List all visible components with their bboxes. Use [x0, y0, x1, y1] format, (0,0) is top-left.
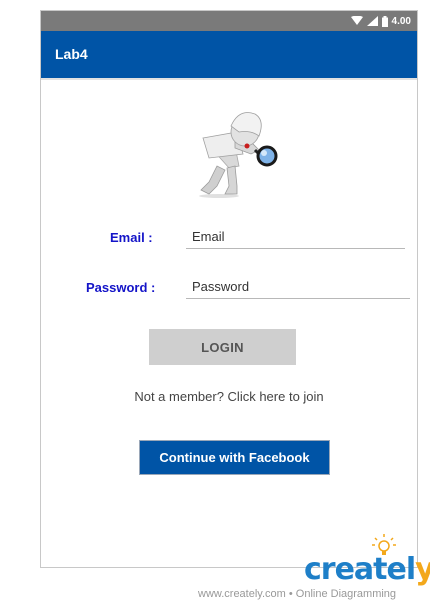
password-field[interactable]	[186, 279, 410, 299]
wifi-icon	[350, 16, 363, 25]
login-button[interactable]: LOGIN	[149, 329, 296, 365]
password-label: Password :	[86, 280, 156, 295]
signal-icon	[366, 16, 378, 26]
battery-icon	[381, 15, 388, 27]
creately-logo-tail: y	[415, 552, 430, 587]
phone-frame: 4.00 Lab4 Email : Password : LOGIN Not a…	[40, 10, 418, 568]
status-bar: 4.00	[41, 11, 417, 31]
app-title: Lab4	[55, 46, 88, 62]
app-bar: Lab4	[41, 31, 417, 78]
app-bar-divider	[41, 78, 417, 80]
join-link[interactable]: Not a member? Click here to join	[41, 389, 417, 404]
creately-footer: www.creately.com • Online Diagramming	[198, 588, 397, 600]
email-label: Email :	[110, 230, 153, 245]
detective-mascot-icon	[199, 112, 278, 198]
creately-logo-main: createl	[304, 552, 416, 587]
status-icons: 4.00	[350, 13, 411, 29]
creately-logo: creately	[304, 552, 430, 587]
status-time: 4.00	[391, 15, 411, 27]
facebook-login-button[interactable]: Continue with Facebook	[139, 440, 330, 475]
email-field[interactable]	[186, 229, 405, 249]
